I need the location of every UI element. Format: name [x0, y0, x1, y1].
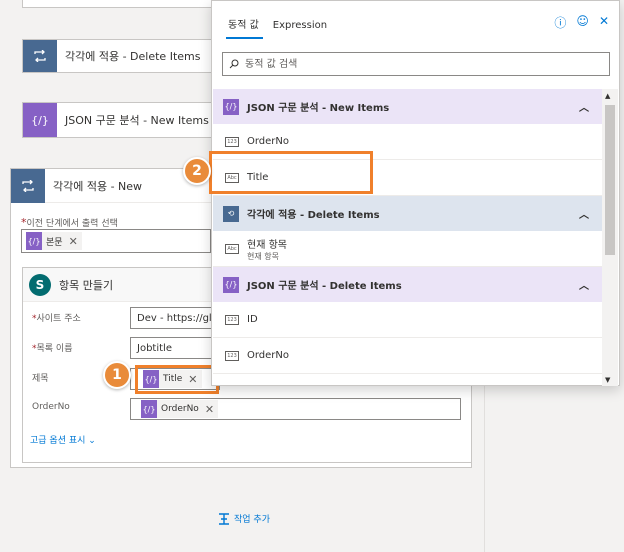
- chevron-up-icon[interactable]: ︿: [579, 277, 589, 292]
- highlight-box-title-item: [209, 151, 373, 194]
- scroll-down-icon[interactable]: ▼: [605, 376, 610, 384]
- orderno-label: OrderNo: [32, 402, 70, 412]
- search-field[interactable]: [222, 52, 610, 76]
- remove-token-icon[interactable]: ✕: [69, 235, 78, 248]
- tab-expression[interactable]: Expression: [267, 20, 335, 41]
- list-item-orderno[interactable]: 123 OrderNo: [213, 338, 603, 374]
- card-title: 각각에 적용 - New: [53, 179, 143, 193]
- number-field-icon: 123: [225, 136, 239, 147]
- add-step-icon: [219, 512, 229, 525]
- group-apply-each-delete[interactable]: ⟲ 각각에 적용 - Delete Items ︿: [213, 196, 603, 231]
- search-input[interactable]: [243, 57, 593, 71]
- json-icon: {/}: [141, 400, 157, 418]
- group-json-new-items[interactable]: {/} JSON 구문 분석 - New Items ︿: [213, 89, 603, 124]
- tab-dynamic-content[interactable]: 동적 값: [222, 16, 267, 41]
- loop-icon: [23, 40, 57, 72]
- highlight-box-title-token: [135, 365, 219, 394]
- close-icon[interactable]: ✕: [599, 14, 609, 31]
- text-field-icon: Abc: [225, 243, 239, 254]
- panel-scrollbar[interactable]: ▲ ▼: [602, 89, 618, 386]
- body-token[interactable]: {/} 본문 ✕: [26, 232, 82, 250]
- list-name-label: *목록 이름: [32, 344, 73, 354]
- remove-token-icon[interactable]: ✕: [205, 403, 214, 416]
- help-icon[interactable]: ⓘ: [554, 14, 566, 31]
- panel-icons: ⓘ ☺ ✕: [554, 14, 609, 31]
- advanced-options-link[interactable]: 고급 옵션 표시 ⌄: [30, 433, 96, 446]
- feedback-smiley-icon[interactable]: ☺: [576, 14, 589, 31]
- callout-badge-2: 2: [183, 157, 211, 185]
- dynamic-content-list: {/} JSON 구문 분석 - New Items ︿ 123 OrderNo…: [213, 89, 603, 386]
- number-field-icon: 123: [225, 314, 239, 325]
- json-icon: {/}: [26, 232, 42, 250]
- card-title: 각각에 적용 - Delete Items: [65, 50, 201, 63]
- prev-step-label: *이전 단계에서 출력 선택: [21, 216, 118, 229]
- chevron-up-icon[interactable]: ︿: [579, 206, 589, 221]
- list-item-current-item[interactable]: Abc 현재 항목 현재 항목: [213, 231, 603, 267]
- orderno-token[interactable]: {/} OrderNo ✕: [141, 400, 219, 418]
- callout-badge-1: 1: [103, 361, 131, 389]
- scroll-thumb[interactable]: [605, 105, 615, 255]
- search-icon: [229, 59, 239, 69]
- chevron-down-icon: ⌄: [88, 436, 96, 446]
- add-action-button[interactable]: 작업 추가: [218, 512, 270, 525]
- prev-step-input[interactable]: {/} 본문 ✕: [21, 229, 211, 253]
- json-icon: {/}: [223, 98, 239, 115]
- loop-icon: ⟲: [223, 205, 239, 222]
- orderno-input[interactable]: {/} OrderNo ✕: [130, 398, 461, 420]
- loop-icon: [11, 168, 45, 203]
- sharepoint-icon: S: [29, 273, 51, 296]
- group-json-delete-items[interactable]: {/} JSON 구문 분석 - Delete Items ︿: [213, 267, 603, 302]
- title-label: 제목: [32, 374, 49, 384]
- card-title: 항목 만들기: [59, 278, 114, 292]
- chevron-up-icon[interactable]: ︿: [579, 99, 589, 114]
- number-field-icon: 123: [225, 350, 239, 361]
- list-name-input[interactable]: Jobtitle: [130, 337, 220, 359]
- site-address-input[interactable]: Dev - https://glo: [130, 307, 220, 329]
- json-icon: {/}: [223, 276, 239, 293]
- card-title: JSON 구문 분석 - New Items: [65, 114, 209, 127]
- scroll-up-icon[interactable]: ▲: [605, 92, 610, 100]
- json-icon: {/}: [23, 103, 57, 137]
- list-item-id[interactable]: 123 ID: [213, 302, 603, 338]
- site-address-label: *사이트 주소: [32, 314, 81, 324]
